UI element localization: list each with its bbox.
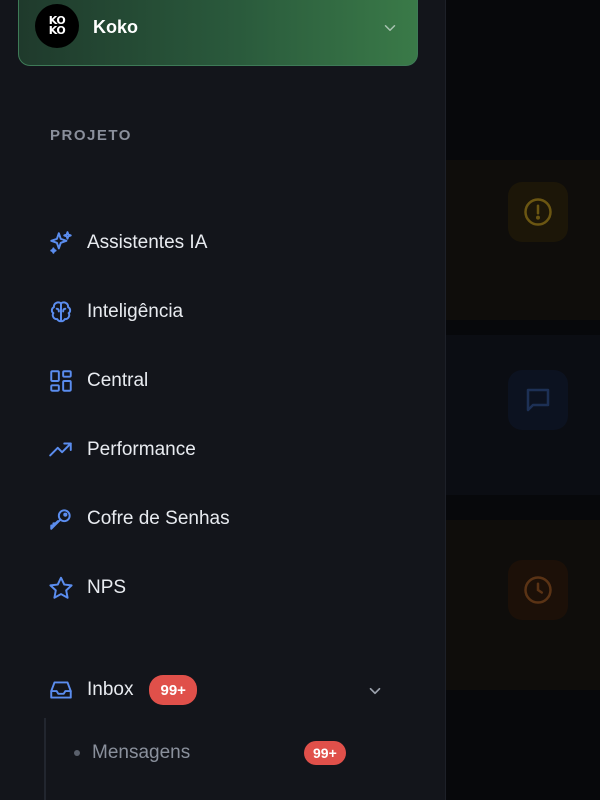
sidebar-item-label: Inteligência	[87, 301, 184, 322]
inbox-count-badge: 99+	[149, 675, 197, 705]
sidebar-item-label: Cofre de Senhas	[87, 508, 230, 529]
project-name: Koko	[93, 17, 138, 37]
layout-grid-icon	[48, 368, 74, 394]
sidebar-item-label: Central	[87, 370, 149, 391]
alert-circle-icon	[508, 182, 568, 242]
chevron-down-icon[interactable]	[381, 19, 399, 42]
star-icon	[48, 575, 74, 601]
brain-icon	[48, 299, 74, 325]
message-square-icon	[508, 370, 568, 430]
sidebar-item-label: Performance	[87, 439, 196, 460]
inbox-icon	[48, 677, 74, 703]
sidebar-subitem-mensagens[interactable]: Mensagens	[74, 738, 190, 768]
sidebar-item-label: NPS	[87, 577, 127, 598]
sidebar-item-label: Assistentes IA	[87, 232, 208, 253]
sidebar-item-assistentes-ia[interactable]: Assistentes IA	[48, 225, 207, 261]
sidebar-item-inteligencia[interactable]: Inteligência	[48, 294, 183, 330]
project-switcher[interactable]: KO KO Koko	[18, 0, 418, 66]
clock-icon	[508, 560, 568, 620]
sidebar: KO KO Koko PROJETO Assistentes IA Inteli…	[0, 0, 446, 800]
chevron-down-icon[interactable]	[366, 682, 384, 705]
submenu-rail	[44, 718, 46, 800]
trending-up-icon	[48, 437, 74, 463]
sidebar-item-nps[interactable]: NPS	[48, 570, 126, 606]
sidebar-item-inbox[interactable]: Inbox 99+	[48, 672, 197, 708]
mensagens-count-badge: 99+	[304, 741, 346, 765]
sparkles-icon	[48, 230, 74, 256]
sidebar-item-cofre-de-senhas[interactable]: Cofre de Senhas	[48, 501, 230, 537]
sidebar-item-performance[interactable]: Performance	[48, 432, 196, 468]
sidebar-subitem-label: Mensagens	[92, 742, 191, 763]
sidebar-item-label: Inbox	[87, 679, 134, 700]
bullet-icon	[74, 750, 80, 756]
key-icon	[48, 506, 74, 532]
section-label: PROJETO	[50, 127, 132, 144]
project-avatar: KO KO	[35, 4, 79, 48]
sidebar-item-central[interactable]: Central	[48, 363, 148, 399]
